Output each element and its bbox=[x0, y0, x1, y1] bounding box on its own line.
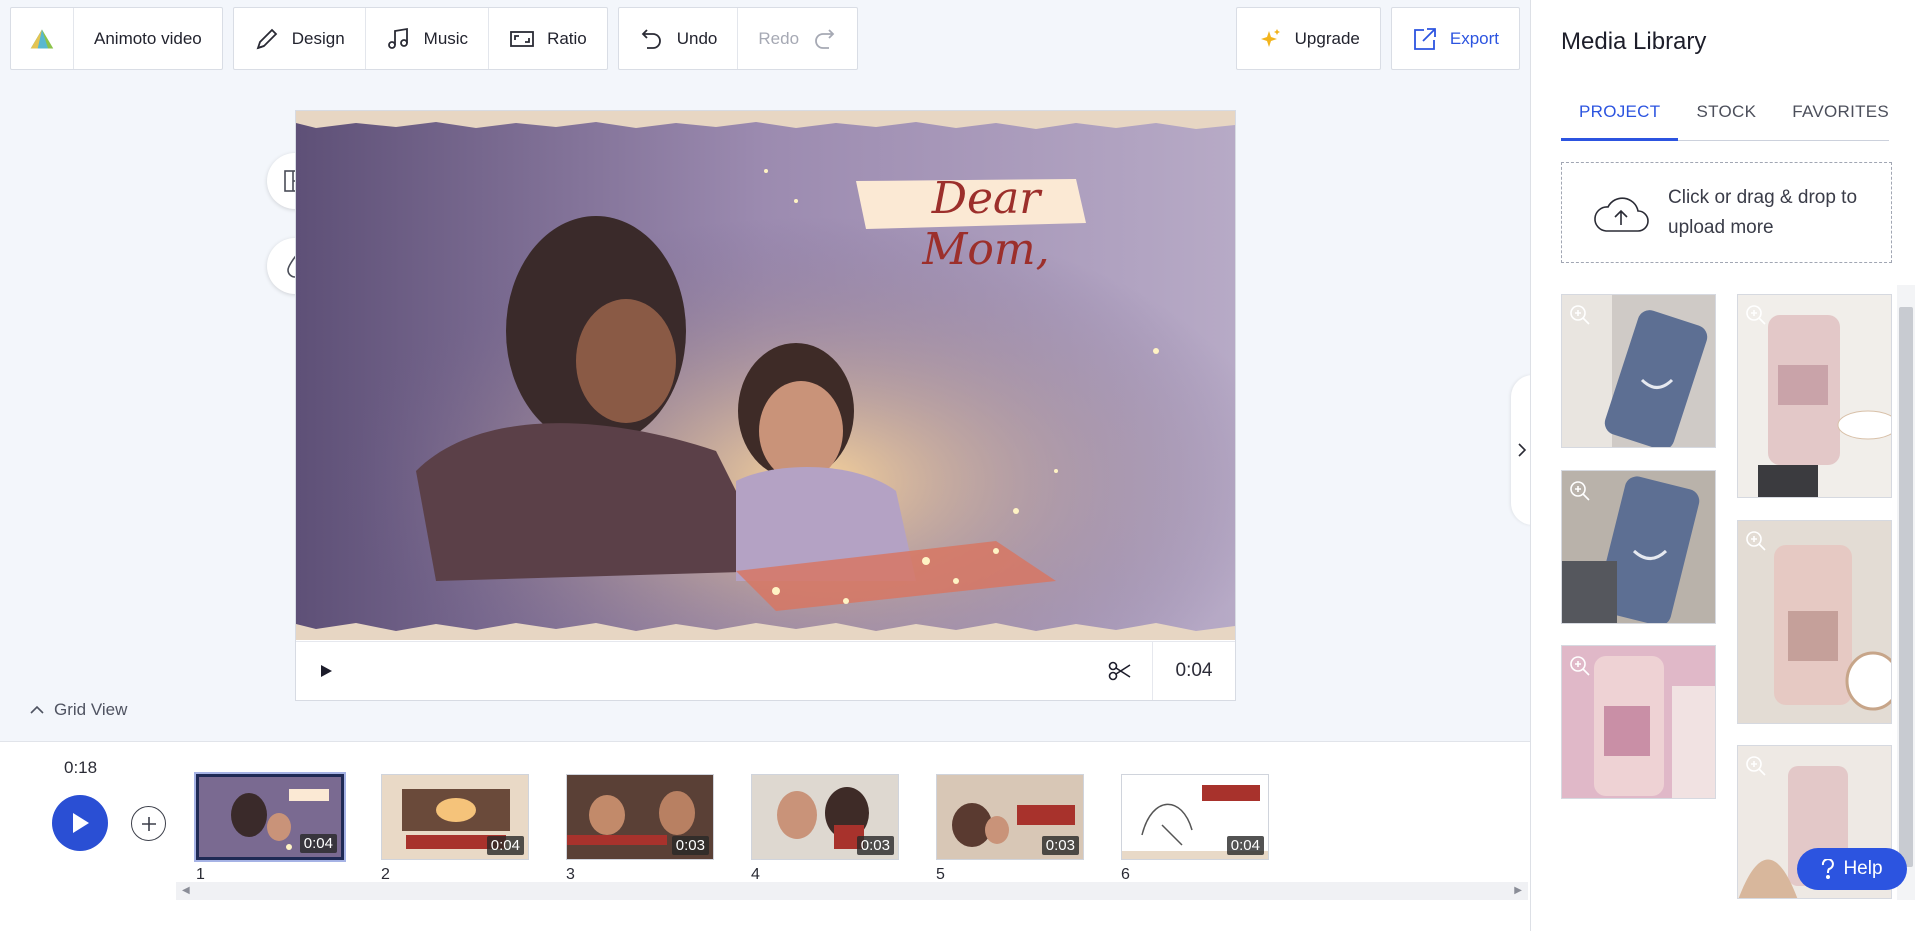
edit-tools-group: Design Music Ratio bbox=[232, 7, 608, 70]
design-label: Design bbox=[291, 28, 345, 48]
upgrade-button[interactable]: Upgrade bbox=[1237, 8, 1380, 69]
storyboard-timeline: 0:18 0:04 0:04 0:03 0:03 0:03 0:04 1 2 3… bbox=[0, 741, 1530, 931]
zoom-icon[interactable] bbox=[1745, 304, 1767, 326]
animoto-logo-button[interactable] bbox=[11, 8, 73, 69]
play-icon bbox=[321, 665, 332, 677]
block-duration: 0:03 bbox=[1041, 836, 1079, 855]
timeline-block-4[interactable]: 0:03 bbox=[751, 774, 899, 860]
timeline-scrollbar[interactable]: ◀ ▶ bbox=[176, 882, 1528, 900]
media-item-5[interactable] bbox=[1561, 645, 1716, 799]
undo-button[interactable]: Undo bbox=[619, 8, 738, 69]
zoom-icon[interactable] bbox=[1569, 304, 1591, 326]
trim-button[interactable] bbox=[1088, 642, 1153, 700]
redo-button[interactable]: Redo bbox=[737, 8, 857, 69]
tab-stock[interactable]: STOCK bbox=[1678, 98, 1774, 141]
timeline-block-6[interactable]: 0:04 bbox=[1121, 774, 1269, 860]
export-group: Export bbox=[1390, 7, 1520, 70]
animoto-logo-icon bbox=[30, 28, 54, 49]
media-library-panel: Media Library PROJECT STOCK FAVORITES Cl… bbox=[1530, 0, 1918, 931]
ratio-label: Ratio bbox=[547, 28, 587, 48]
upload-dropzone[interactable]: Click or drag & drop to upload more bbox=[1561, 162, 1892, 263]
scissors-icon bbox=[1108, 661, 1131, 681]
export-label: Export bbox=[1449, 28, 1499, 48]
sparkle-icon bbox=[1260, 28, 1280, 47]
grid-view-label: Grid View bbox=[54, 700, 128, 719]
design-button[interactable]: Design bbox=[234, 8, 365, 69]
add-block-button[interactable] bbox=[131, 806, 166, 841]
ratio-button[interactable]: Ratio bbox=[488, 8, 607, 69]
redo-label: Redo bbox=[758, 28, 800, 48]
undo-icon bbox=[641, 28, 661, 49]
help-button[interactable]: Help bbox=[1797, 848, 1907, 890]
question-icon bbox=[1822, 859, 1835, 879]
video-preview: Dear Mom, 0:04 bbox=[295, 110, 1236, 701]
media-item-1[interactable] bbox=[1561, 294, 1716, 448]
preview-time: 0:04 bbox=[1175, 660, 1213, 681]
export-icon bbox=[1413, 27, 1436, 50]
help-label: Help bbox=[1843, 858, 1883, 879]
block-duration: 0:04 bbox=[299, 834, 337, 853]
chevron-up-icon bbox=[30, 705, 44, 714]
block-duration: 0:03 bbox=[671, 836, 709, 855]
upload-text: Click or drag & drop to upload more bbox=[1668, 186, 1858, 238]
timeline-block-5[interactable]: 0:03 bbox=[936, 774, 1084, 860]
overlay-text: Dear Mom, bbox=[922, 173, 1050, 275]
upgrade-group: Upgrade bbox=[1235, 7, 1381, 70]
cloud-upload-icon bbox=[1594, 196, 1649, 232]
media-scrollbar-thumb[interactable] bbox=[1899, 307, 1913, 867]
media-item-2[interactable] bbox=[1737, 294, 1892, 498]
media-scrollbar[interactable] bbox=[1897, 285, 1915, 900]
timeline-block-1[interactable]: 0:04 bbox=[194, 772, 346, 862]
editor-area: Animoto video Design Music Ratio Undo Re… bbox=[0, 0, 1533, 741]
redo-icon bbox=[815, 28, 835, 49]
aspect-ratio-icon bbox=[510, 30, 534, 47]
media-tabs: PROJECT STOCK FAVORITES bbox=[1561, 98, 1889, 141]
plus-icon bbox=[141, 816, 156, 831]
scroll-left-icon[interactable]: ◀ bbox=[182, 885, 190, 896]
music-note-icon bbox=[387, 27, 408, 49]
scroll-right-icon[interactable]: ▶ bbox=[1514, 885, 1522, 896]
timeline-block-2[interactable]: 0:04 bbox=[381, 774, 529, 860]
preview-controls: 0:04 bbox=[296, 641, 1235, 700]
chevron-right-icon bbox=[1518, 443, 1527, 457]
tab-project[interactable]: PROJECT bbox=[1561, 98, 1679, 141]
top-toolbar: Animoto video Design Music Ratio Undo Re… bbox=[10, 7, 859, 70]
undo-label: Undo bbox=[676, 28, 718, 48]
music-button[interactable]: Music bbox=[364, 8, 488, 69]
project-name-label: Animoto video bbox=[94, 28, 202, 48]
export-button[interactable]: Export bbox=[1392, 8, 1519, 69]
preview-scene-image bbox=[296, 111, 1235, 640]
block-duration: 0:04 bbox=[486, 836, 524, 855]
tab-favorites[interactable]: FAVORITES bbox=[1774, 98, 1907, 141]
app-window: Animoto video Design Music Ratio Undo Re… bbox=[0, 0, 1918, 931]
pencil-icon bbox=[256, 28, 278, 49]
grid-view-toggle[interactable]: Grid View bbox=[30, 700, 127, 720]
history-group: Undo Redo bbox=[617, 7, 859, 70]
preview-play-button[interactable] bbox=[296, 642, 356, 700]
block-duration: 0:03 bbox=[856, 836, 894, 855]
block-duration: 0:04 bbox=[1226, 836, 1264, 855]
zoom-icon[interactable] bbox=[1569, 655, 1591, 677]
total-duration: 0:18 bbox=[64, 758, 98, 777]
preview-frame[interactable]: Dear Mom, bbox=[296, 111, 1235, 640]
timeline-play-button[interactable] bbox=[52, 795, 108, 851]
zoom-icon[interactable] bbox=[1745, 755, 1767, 777]
upgrade-label: Upgrade bbox=[1294, 28, 1360, 48]
project-group: Animoto video bbox=[10, 7, 223, 70]
zoom-icon[interactable] bbox=[1569, 480, 1591, 502]
music-label: Music bbox=[423, 28, 469, 48]
media-library-title: Media Library bbox=[1561, 28, 1707, 55]
top-right-actions: Upgrade Export bbox=[1235, 7, 1520, 70]
zoom-icon[interactable] bbox=[1745, 530, 1767, 552]
timeline-block-3[interactable]: 0:03 bbox=[566, 774, 714, 860]
media-item-3[interactable] bbox=[1561, 470, 1716, 624]
play-icon bbox=[73, 813, 89, 833]
project-name-button[interactable]: Animoto video bbox=[73, 8, 222, 69]
media-item-4[interactable] bbox=[1737, 520, 1892, 724]
